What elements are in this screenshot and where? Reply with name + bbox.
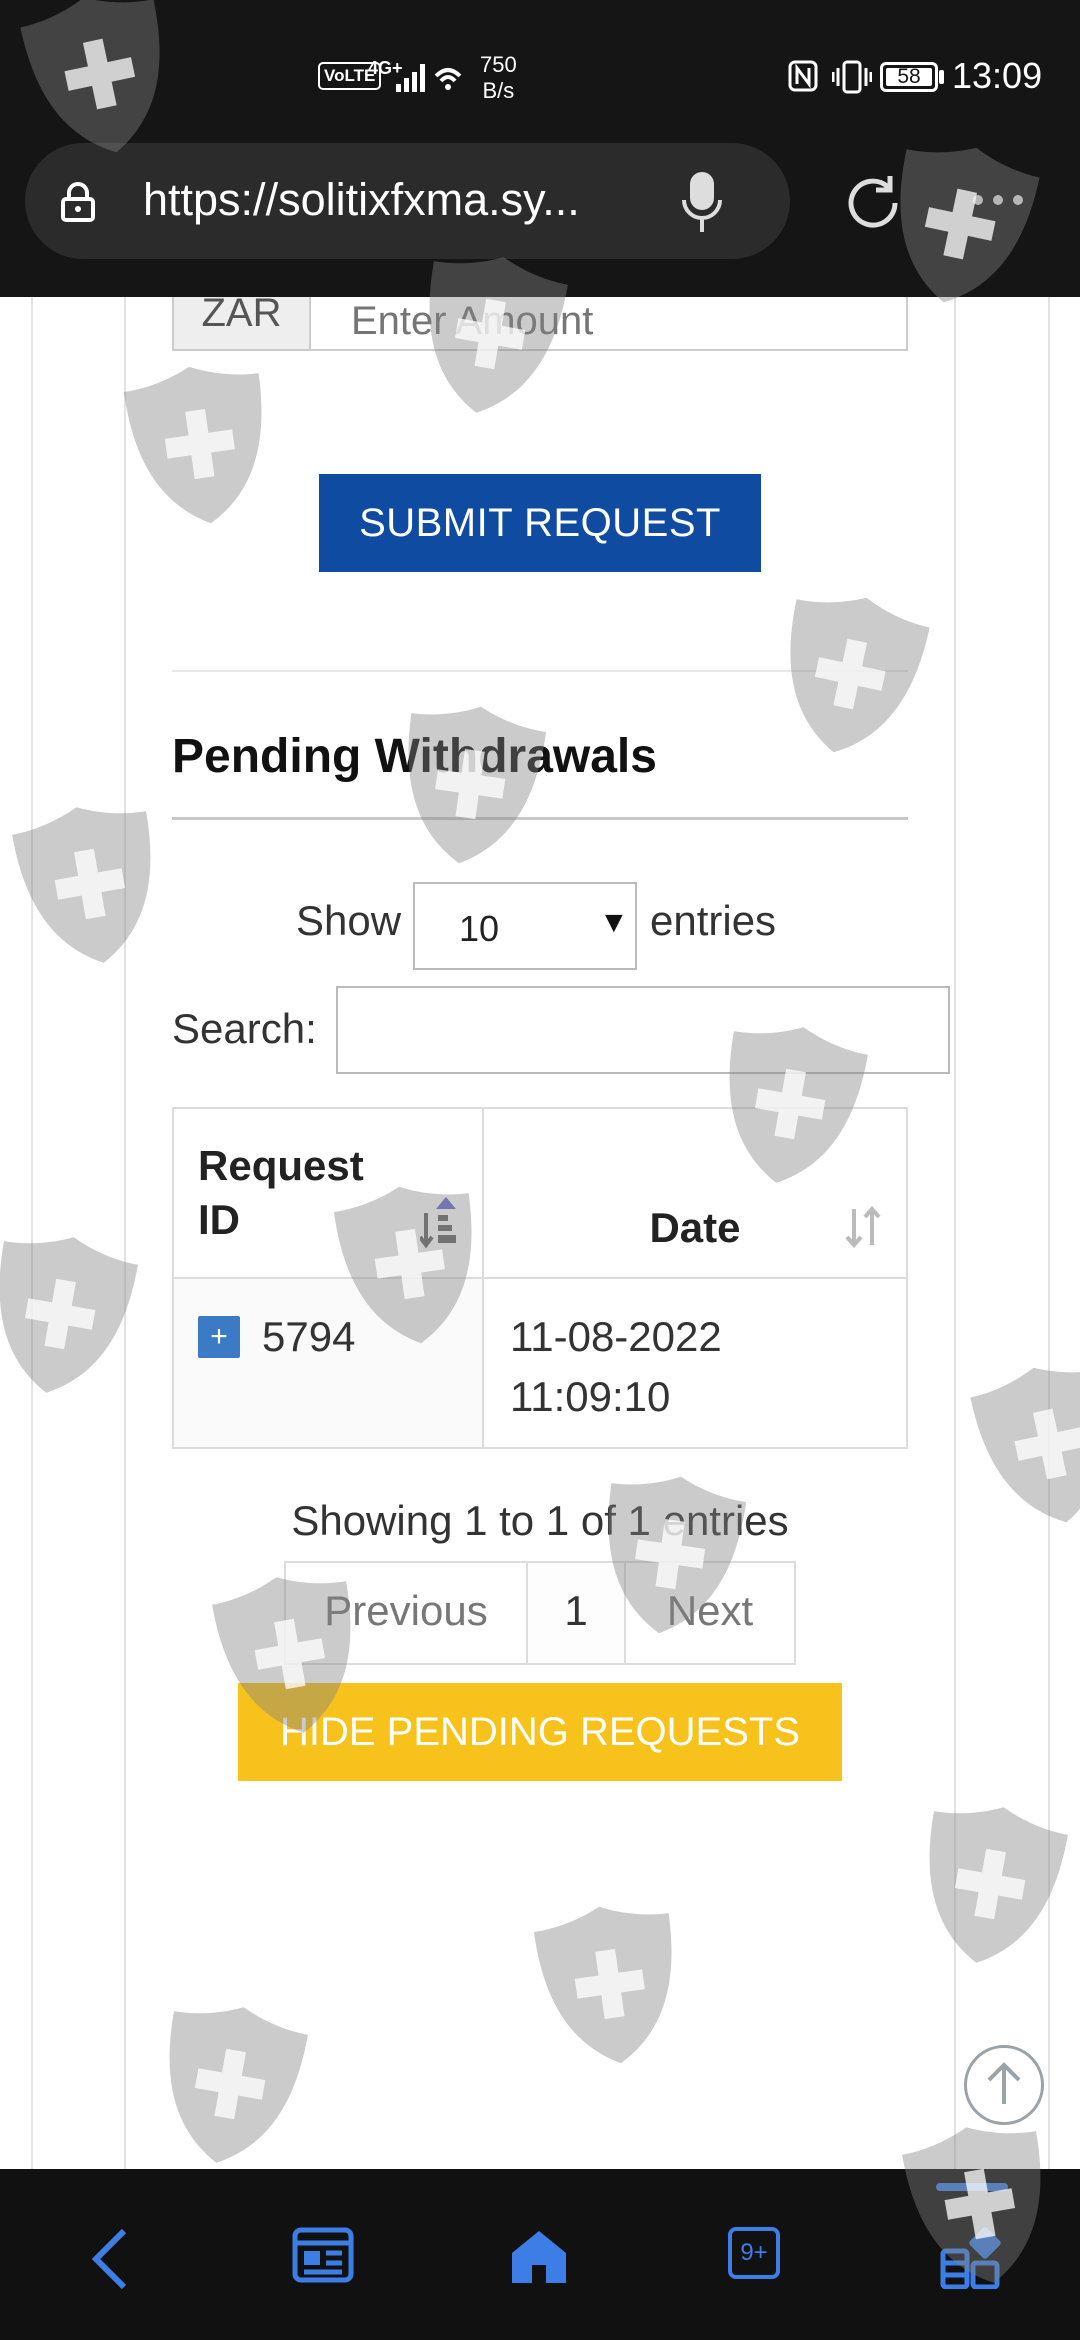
pagination: Previous 1 Next: [284, 1561, 796, 1665]
column-header-label: Request ID: [198, 1142, 364, 1243]
container-border-left: [124, 297, 126, 2169]
cell-date: 11-08-2022 11:09:10: [482, 1277, 908, 1449]
page-border-right: [1048, 297, 1050, 2169]
cell-request-id: +5794: [172, 1277, 484, 1449]
scroll-to-top-button[interactable]: [964, 2045, 1044, 2125]
expand-row-button[interactable]: +: [198, 1315, 240, 1358]
signal-icon: [396, 64, 462, 92]
more-icon[interactable]: [970, 190, 1026, 210]
dropdown-arrow-icon: ▼: [599, 906, 629, 939]
search-label: Search:: [172, 1005, 317, 1052]
search-input[interactable]: [336, 986, 950, 1074]
table-header-row: Request ID Date: [172, 1107, 908, 1279]
mic-icon[interactable]: [680, 170, 724, 236]
home-icon[interactable]: [508, 2227, 570, 2287]
page-size-value: 10: [459, 908, 500, 949]
active-indicator: [936, 2183, 1008, 2191]
submit-request-button[interactable]: SUBMIT REQUEST: [319, 474, 761, 572]
table-info: Showing 1 to 1 of 1 entries: [291, 1497, 789, 1544]
column-header-request-id[interactable]: Request ID: [172, 1107, 484, 1279]
column-header-label: Date: [649, 1203, 741, 1251]
hide-pending-requests-button[interactable]: HIDE PENDING REQUESTS: [238, 1683, 842, 1781]
pending-withdrawals-table: Request ID Date + 5794 11-08-2022 11:09:…: [172, 1107, 908, 1449]
reload-icon[interactable]: [840, 170, 906, 236]
page-title: Pending Withdrawals: [172, 730, 657, 783]
column-header-date[interactable]: Date: [482, 1107, 908, 1279]
lock-icon: [61, 182, 95, 222]
back-icon[interactable]: [88, 2227, 132, 2291]
url-text[interactable]: https://solitixfxma.sy...: [143, 174, 643, 226]
pagination-next[interactable]: Next: [626, 1563, 794, 1663]
container-border-right: [954, 297, 956, 2169]
net-speed: 750 B/s: [480, 52, 517, 103]
page-size-select[interactable]: 10 ▼: [413, 882, 637, 970]
section-divider: [172, 670, 908, 672]
title-underline: [172, 817, 908, 820]
date-value: 11-08-2022: [510, 1313, 722, 1360]
battery-tip: [939, 70, 944, 84]
apps-icon[interactable]: [940, 2227, 1002, 2289]
browser-bottom-bar: 9+: [0, 2169, 1080, 2340]
page-border-left: [31, 297, 33, 2169]
show-label: Show: [296, 897, 402, 944]
nfc-icon: [788, 60, 818, 92]
pagination-previous[interactable]: Previous: [286, 1563, 528, 1663]
request-id-value: 5794: [262, 1313, 356, 1360]
news-icon[interactable]: [292, 2227, 354, 2283]
sort-asc-icon: [420, 1197, 456, 1249]
battery-indicator: 58: [880, 62, 938, 92]
entries-label: entries: [650, 897, 777, 944]
pagination-page-1[interactable]: 1: [528, 1563, 626, 1663]
tabs-icon[interactable]: 9+: [728, 2227, 780, 2279]
arrow-up-icon: [987, 2062, 1021, 2104]
status-bar: VoLTE 4G+ 750 B/s 58 13:09: [0, 0, 1080, 140]
table-row: +5794 11-08-2022 11:09:10: [172, 1277, 908, 1449]
web-page: ZAR SUBMIT REQUEST Pending Withdrawals S…: [0, 287, 1080, 2169]
browser-top-bar: VoLTE 4G+ 750 B/s 58 13:09 https://solit…: [0, 0, 1080, 297]
clock: 13:09: [952, 55, 1043, 96]
vibrate-icon: [832, 60, 872, 94]
time-value: 11:09:10: [510, 1373, 671, 1420]
sort-icon: [845, 1205, 881, 1249]
